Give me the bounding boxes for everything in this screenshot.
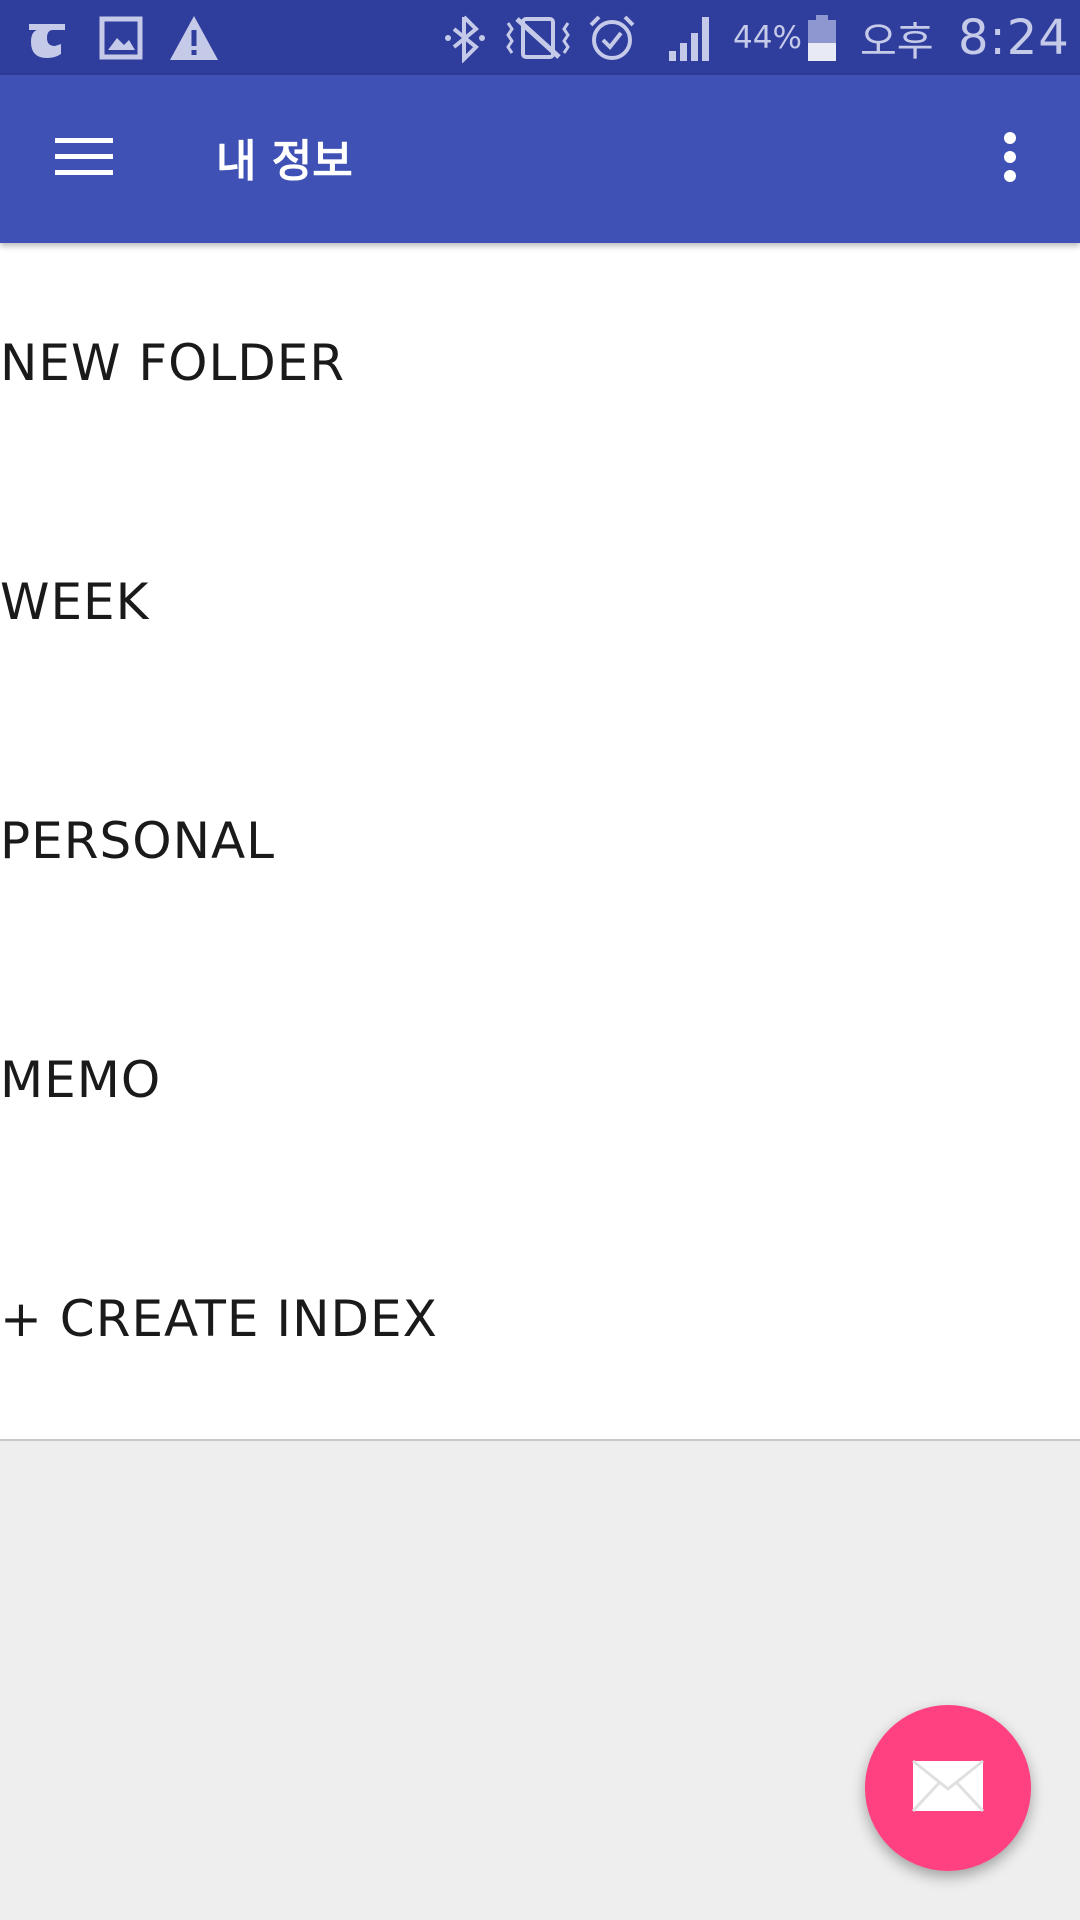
list-item-memo[interactable]: MEMO — [0, 960, 1080, 1199]
vibrate-icon — [502, 0, 574, 75]
status-bar: 44% 오후 8:24 — [0, 0, 1080, 75]
more-vert-icon[interactable] — [966, 113, 1054, 201]
warning-icon — [166, 0, 222, 75]
bluetooth-icon — [440, 0, 490, 75]
g-icon — [20, 0, 74, 75]
clock: 8:24 — [958, 9, 1070, 66]
alarm-icon — [586, 0, 638, 75]
battery-icon — [802, 0, 842, 75]
battery-percent: 44% — [733, 19, 802, 56]
ampm-label: 오후 — [860, 18, 934, 65]
mail-icon — [911, 1759, 985, 1817]
list-item-new-folder[interactable]: NEW FOLDER — [0, 243, 1080, 482]
list-item-create-index[interactable]: + CREATE INDEX — [0, 1199, 1080, 1438]
compose-mail-button[interactable] — [865, 1705, 1031, 1871]
page-title: 내 정보 — [216, 136, 353, 187]
list-item-personal[interactable]: PERSONAL — [0, 721, 1080, 960]
list-item-week[interactable]: WEEK — [0, 482, 1080, 721]
hamburger-menu-icon[interactable] — [40, 113, 128, 201]
signal-icon — [666, 0, 718, 75]
image-icon — [96, 0, 146, 75]
folder-list: NEW FOLDER WEEK PERSONAL MEMO + CREATE I… — [0, 243, 1080, 1441]
app-bar: 내 정보 — [0, 75, 1080, 243]
